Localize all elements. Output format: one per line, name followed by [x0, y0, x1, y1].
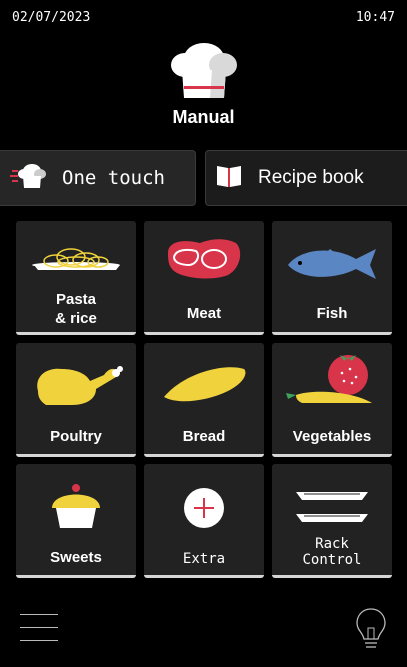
- tab-one-touch-label: One touch: [62, 167, 165, 189]
- tab-recipe-book-label: Recipe book: [258, 167, 364, 188]
- mode-title: Manual: [172, 107, 235, 127]
- category-label: Pasta: [55, 291, 97, 308]
- category-fish[interactable]: Fish: [272, 221, 392, 335]
- category-pasta-rice[interactable]: Pasta & rice: [16, 221, 136, 335]
- category-label: & rice: [55, 310, 97, 327]
- rack-icon: [296, 492, 368, 522]
- open-book-icon: [214, 162, 244, 195]
- status-date: 02/07/2023: [12, 10, 91, 25]
- category-label: Extra: [182, 551, 226, 567]
- fish-icon: [288, 249, 376, 279]
- category-label: Fish: [316, 305, 348, 322]
- hamburger-menu-icon[interactable]: [20, 614, 58, 642]
- category-vegetables[interactable]: Vegetables: [272, 343, 392, 457]
- chef-hat-icon: [168, 40, 240, 104]
- category-label: Control: [302, 552, 362, 568]
- cupcake-icon: [52, 484, 100, 528]
- pasta-icon: [32, 248, 120, 270]
- status-time: 10:47: [355, 10, 395, 25]
- roast-chicken-icon: [37, 366, 123, 405]
- category-label: Poultry: [50, 428, 102, 445]
- plus-icon: [184, 488, 224, 528]
- category-label: Vegetables: [292, 428, 372, 445]
- steak-icon: [168, 239, 241, 279]
- category-label: Sweets: [50, 549, 102, 566]
- category-meat[interactable]: Meat: [144, 221, 264, 335]
- tomato-carrot-icon: [286, 355, 372, 403]
- category-sweets[interactable]: Sweets: [16, 464, 136, 578]
- category-bread[interactable]: Bread: [144, 343, 264, 457]
- category-poultry[interactable]: Poultry: [16, 343, 136, 457]
- category-label: Meat: [186, 305, 222, 322]
- lightbulb-icon[interactable]: [354, 606, 388, 652]
- tab-recipe-book[interactable]: Recipe book: [205, 150, 407, 206]
- category-extra[interactable]: Extra: [144, 464, 264, 578]
- category-label: Bread: [182, 428, 226, 445]
- baguette-icon: [164, 367, 246, 402]
- category-rack-control[interactable]: Rack Control: [272, 464, 392, 578]
- chef-hat-icon: [8, 162, 48, 195]
- tab-one-touch[interactable]: One touch: [0, 150, 196, 206]
